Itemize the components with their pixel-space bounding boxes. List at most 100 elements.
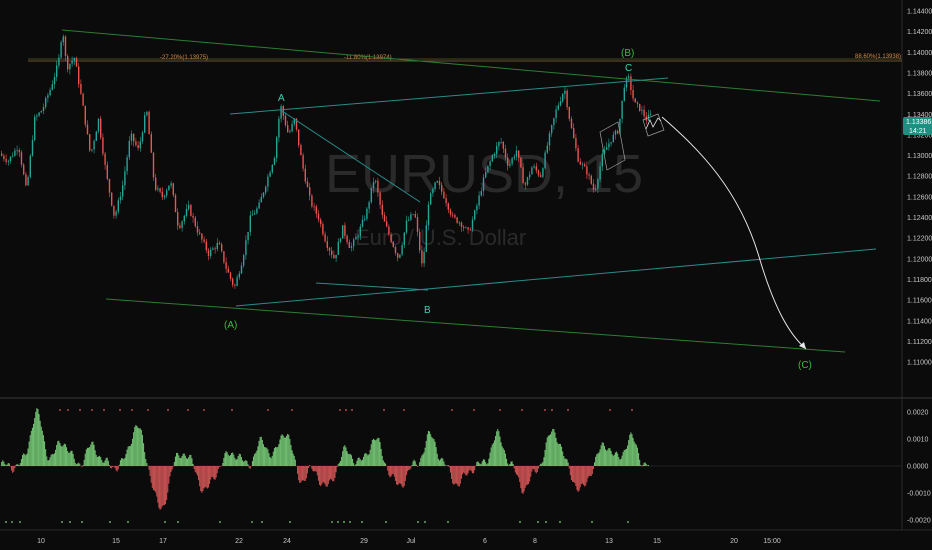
buy-signal-dot [537, 521, 539, 523]
price-chart[interactable]: EURUSD, 15 Euro / U.S. Dollar 1.14400 1.1… [0, 0, 932, 550]
candle-body [245, 240, 247, 256]
oscillator-bar [625, 448, 627, 466]
candle-body [67, 55, 69, 70]
oscillator-bar [631, 433, 633, 466]
oscillator-bar [613, 454, 615, 466]
candle-body [313, 206, 315, 208]
oscillator-bar [74, 462, 76, 466]
oscillator-bar [325, 466, 327, 487]
candle-body [298, 129, 300, 146]
oscillator-bar [14, 466, 16, 469]
oscillator-bar [121, 458, 123, 466]
candle-body [322, 224, 324, 235]
candle-body [170, 183, 172, 186]
oscillator-bar [391, 466, 393, 475]
oscillator-bar [288, 434, 290, 466]
oscillator-bar [275, 446, 277, 466]
candle-body [606, 147, 608, 150]
oscillator-bar [508, 465, 510, 466]
oscillator-bar [470, 466, 472, 472]
candle-body [315, 206, 317, 214]
oscillator-bar [193, 466, 195, 470]
candle-body [108, 178, 111, 193]
buy-signal-dot [545, 521, 547, 523]
candle-body [337, 241, 339, 255]
oscillator-bar [455, 466, 457, 484]
oscillator-bar [148, 466, 150, 470]
candle-body [575, 138, 577, 149]
oscillator-bar [279, 439, 281, 466]
oscillator-bar [132, 438, 134, 466]
candle-body [75, 57, 78, 67]
time-tick-label: 15 [653, 538, 661, 545]
oscillator-bar [355, 464, 357, 466]
oscillator-axis[interactable]: 0.0020 0.0010 0.0000 -0.0010 -0.0020 [907, 410, 931, 525]
oscillator-bar [642, 464, 644, 466]
time-axis[interactable]: 10 15 17 22 24 29 Jul 6 8 13 15 20 15:00 [37, 538, 781, 545]
candle-body [80, 83, 82, 94]
oscillator-bar [311, 466, 313, 469]
oscillator-bar [322, 466, 324, 483]
oscillator-bar [609, 448, 611, 466]
oscillator-bar [376, 439, 378, 466]
oscillator-bar [624, 449, 626, 466]
oscillator-bar [518, 466, 520, 478]
candle-body [113, 205, 115, 216]
oscillator-bar [347, 453, 349, 466]
candle-body [93, 140, 95, 150]
oscillator-bar [640, 464, 642, 466]
candle-body [300, 145, 302, 156]
oscillator-bar [591, 466, 593, 475]
buy-signal-dot [261, 521, 263, 523]
oscillator-bar [308, 466, 310, 469]
candle-body [302, 155, 304, 169]
price-axis[interactable]: 1.144001.142001.140001.138001.136001.134… [907, 9, 932, 367]
candle-body [568, 107, 570, 119]
oscillator-bar [321, 466, 323, 485]
candle-body [86, 124, 89, 135]
oscillator-bar [569, 466, 571, 476]
buy-signal-dot [385, 521, 387, 523]
oscillator-bar [108, 465, 110, 466]
oscillator-bar [542, 461, 544, 466]
oscillator-bar [44, 441, 46, 466]
candle-body [546, 145, 548, 153]
oscillator-bar [567, 462, 569, 466]
oscillator-bar [568, 466, 570, 469]
candle-body [599, 166, 601, 180]
oscillator-bar [293, 455, 295, 466]
candle-body [119, 196, 122, 201]
oscillator-bar [171, 466, 173, 470]
oscillator-bar [344, 445, 346, 466]
candle-body [379, 192, 381, 205]
sell-signal-dot [521, 409, 523, 411]
oscillator-bar [562, 451, 564, 466]
candle-body [617, 130, 619, 134]
oscillator-bar [598, 452, 600, 466]
oscillator-bar [104, 460, 106, 466]
candle-body [287, 125, 289, 133]
oscillator-bar [4, 464, 6, 466]
oscillator-bar [315, 466, 317, 472]
oscillator-bar [261, 439, 263, 466]
oscillator-bar [534, 466, 536, 472]
oscillator-bar [339, 460, 341, 466]
candle-body [240, 265, 243, 274]
oscillator-bar [183, 453, 185, 466]
candle-body [284, 115, 287, 126]
oscillator-bar [521, 466, 523, 493]
candle-body [623, 87, 625, 101]
oscillator-bar [103, 462, 105, 466]
oscillator-bar [419, 462, 421, 466]
oscillator-bar [143, 443, 145, 466]
oscillator-bar [220, 466, 222, 467]
oscillator-bar [453, 466, 455, 485]
oscillator-bar [233, 454, 235, 466]
oscillator-bar [38, 414, 40, 466]
oscillator-bar [548, 435, 550, 466]
buy-signal-dot [559, 521, 561, 523]
oscillator-bar [616, 451, 618, 466]
price-tick-label: 1.14000 [907, 50, 932, 57]
candle-body [177, 212, 179, 226]
green-channel-upper [61, 29, 881, 102]
